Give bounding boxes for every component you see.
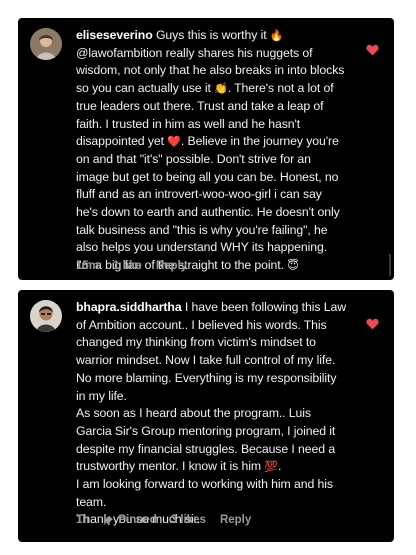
comment-likes[interactable]: 1 like <box>113 260 142 272</box>
comment-time: 15m <box>76 260 100 272</box>
pinned-label: Pinned <box>118 514 157 526</box>
pinned-indicator: Pinned <box>103 514 157 526</box>
avatar[interactable] <box>30 28 62 60</box>
hundred-emoji: 💯 <box>264 461 278 474</box>
fire-emoji: 🔥 <box>269 30 284 42</box>
halo-emoji: 😇 <box>287 260 299 273</box>
comment-card: bhapra.siddhartha I have been following … <box>18 290 394 542</box>
like-heart-icon[interactable] <box>366 318 379 330</box>
heart-emoji: ❤️ <box>167 136 181 149</box>
comment-username[interactable]: bhapra.siddhartha <box>76 300 182 314</box>
comment-text: bhapra.siddhartha I have been following … <box>76 300 346 527</box>
comment-meta: 1h Pinned 3 likes Reply <box>76 514 251 526</box>
comment-username[interactable]: eliseseverino <box>76 28 153 42</box>
comment-meta: 15m 1 like Reply <box>76 260 187 272</box>
comment-time: 1h <box>76 514 90 526</box>
clap-emoji: 👏 <box>214 83 228 96</box>
like-heart-icon[interactable] <box>366 44 379 56</box>
reply-button[interactable]: Reply <box>156 260 187 272</box>
avatar[interactable] <box>30 300 62 332</box>
comment-text: eliseseverino Guys this is worthy it 🔥 @… <box>76 28 345 273</box>
comment-likes[interactable]: 3 likes <box>171 514 206 526</box>
comment-card: eliseseverino Guys this is worthy it 🔥 @… <box>18 18 394 280</box>
pin-icon <box>104 515 114 525</box>
reply-button[interactable]: Reply <box>220 514 251 526</box>
scrollbar[interactable] <box>389 254 391 276</box>
